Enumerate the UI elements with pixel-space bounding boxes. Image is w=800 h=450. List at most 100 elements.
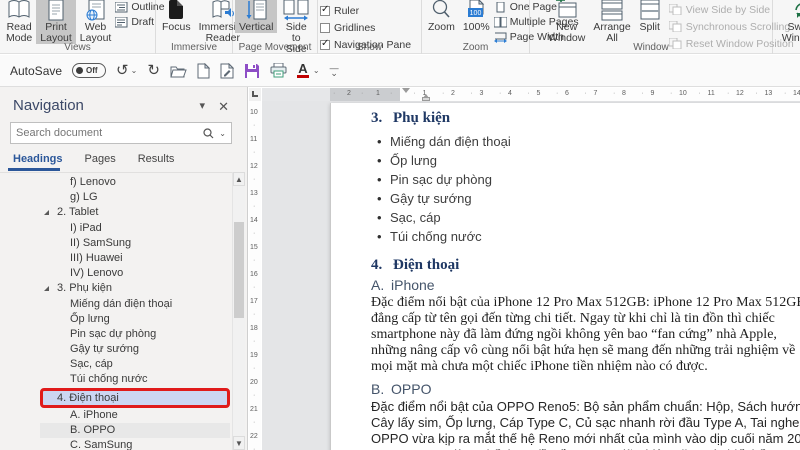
focus-button[interactable]: Focus <box>158 0 195 33</box>
scroll-up-icon[interactable]: ▲ <box>233 172 245 186</box>
nav-heading-label: III) Huawei <box>70 251 123 264</box>
bullet-text: Miếng dán điện thoại <box>390 134 511 149</box>
ruler-number: 22 <box>250 433 258 440</box>
arrange-all-button[interactable]: Arrange All <box>589 0 634 44</box>
nav-scrollbar[interactable]: ▲ ▼ <box>232 172 245 450</box>
arrange-all-icon <box>600 0 624 22</box>
ribbon-group-zoom: Zoom 100 100% One Page Multiple Pages Pa… <box>422 0 579 54</box>
zoom-100-button[interactable]: 100 100% <box>459 0 494 33</box>
nav-heading-item[interactable]: g) LG <box>40 190 230 205</box>
nav-heading-item[interactable]: A. iPhone <box>40 408 230 423</box>
tab-results[interactable]: Results <box>138 153 175 165</box>
undo-button[interactable]: ↺ ⌄ <box>116 62 138 79</box>
customize-toolbar-button[interactable]: — ⌄ <box>330 63 339 77</box>
heading-phu-kien: 3. Phụ kiện <box>371 109 800 127</box>
nav-heading-item[interactable]: Sạc, cáp <box>40 357 230 372</box>
scroll-down-icon[interactable]: ▼ <box>233 436 245 450</box>
nav-heading-label: Gậy tự sướng <box>70 343 140 356</box>
nav-heading-label: B. OPPO <box>70 423 116 436</box>
search-dropdown-icon[interactable]: ⌄ <box>219 129 226 138</box>
oppo-paragraph: Đặc điểm nổi bật của OPPO Reno5: Bộ sản … <box>371 399 800 450</box>
outline-icon <box>115 1 128 13</box>
nav-heading-label: 2. Tablet <box>57 206 99 219</box>
active-tab-underline <box>8 168 60 171</box>
checkbox-icon[interactable] <box>320 4 330 16</box>
nav-heading-item[interactable]: Pin sạc dự phòng <box>40 327 230 342</box>
search-icon[interactable] <box>203 127 214 139</box>
vertical-button[interactable]: Vertical <box>235 0 278 33</box>
font-color-button[interactable]: A <box>296 60 309 78</box>
nav-heading-item[interactable]: III) Huawei <box>40 251 230 266</box>
vertical-ruler[interactable]: 10 · 11 · 12 · 13 · 14 · 15 · 16 · 17 · 18 · 19 · 20 · 21 · 22 · <box>249 101 261 450</box>
document-page[interactable]: 3. Phụ kiện • Miếng dán điện thoại • Ốp lưng… <box>330 103 800 450</box>
save-button[interactable] <box>244 63 260 79</box>
nav-heading-item[interactable]: II) SamSung <box>40 236 230 251</box>
h-ruler-margin: 2 1 · · · <box>330 88 400 101</box>
print-layout-button[interactable]: Print Layout <box>36 0 76 44</box>
nav-heading-label: Miếng dán điện thoại <box>70 297 173 310</box>
font-color-letter: A <box>298 60 308 76</box>
scrollbar-thumb[interactable] <box>234 222 244 318</box>
autosave-toggle[interactable]: Off <box>72 63 107 78</box>
nav-heading-item[interactable]: f) Lenovo <box>40 175 230 190</box>
zoom-button[interactable]: Zoom <box>424 0 459 33</box>
new-window-button[interactable]: New Window <box>544 0 589 44</box>
nav-heading-item[interactable]: Gậy tự sướng <box>40 342 230 357</box>
ruler-tick: · <box>556 90 559 97</box>
checkbox-label: Gridlines <box>334 21 376 34</box>
navigation-pane: Navigation ▾ ✕ Search document ⌄ Heading… <box>0 87 248 450</box>
nav-heading-item[interactable]: C. SamSung <box>40 438 230 450</box>
font-color-dropdown-icon[interactable]: ⌄ <box>313 66 320 75</box>
tab-selector[interactable] <box>249 88 261 101</box>
tab-pages[interactable]: Pages <box>85 153 116 165</box>
horizontal-ruler[interactable]: 2 1 · · · 1 · 2 · 3 · 4 · 5 · 6 · 7 · 8 · 9 · 10 · 11 · 12 · 13 · 14 · <box>262 88 800 101</box>
nav-heading-item[interactable]: IV) Lenovo <box>40 266 230 281</box>
nav-heading-item[interactable]: 2. Tablet <box>40 205 230 220</box>
nav-heading-label: C. SamSung <box>70 439 133 450</box>
redo-button[interactable]: ↻ <box>147 62 160 79</box>
close-icon[interactable]: ✕ <box>218 99 229 115</box>
ruler-tick: · <box>253 230 256 237</box>
read-mode-button[interactable]: Read Mode <box>2 0 36 44</box>
pane-options-chevron-icon[interactable]: ▾ <box>199 99 205 112</box>
nav-heading-item[interactable]: 4. Điện thoại <box>43 391 227 405</box>
ruler-tick: · <box>670 90 673 97</box>
nav-heading-item[interactable]: Túi chống nước <box>40 372 230 387</box>
ribbon-group-window: New Window Arrange All Split View Side b… <box>530 0 794 54</box>
new-document-button[interactable] <box>197 62 210 79</box>
ruler-tick: · <box>253 365 256 372</box>
zoom-group-label: Zoom <box>462 42 489 53</box>
nav-heading-label: I) iPad <box>70 221 102 234</box>
h-ruler-text: 1 · 2 · 3 · 4 · 5 · 6 · 7 · 8 · 9 · 10 · 11 · 12 · 13 · 14 · <box>400 88 800 101</box>
ruler-number: 6 <box>565 90 569 97</box>
open-button[interactable] <box>170 64 187 78</box>
ruler-number: 13 <box>250 190 258 197</box>
split-button[interactable]: Split <box>635 0 665 33</box>
nav-heading-item[interactable]: 3. Phụ kiện <box>40 281 230 296</box>
search-input[interactable]: Search document ⌄ <box>10 122 232 144</box>
switch-windows-button[interactable]: Switch Windows <box>775 0 800 44</box>
nav-heading-item[interactable]: Ốp lưng <box>40 312 230 327</box>
print-preview-button[interactable] <box>220 62 234 79</box>
checkbox-icon[interactable] <box>320 22 330 33</box>
print-button[interactable] <box>270 63 287 78</box>
show-option-ruler[interactable]: Ruler <box>320 4 411 17</box>
expand-triangle-icon[interactable] <box>44 210 49 216</box>
open-folder-icon <box>170 66 187 77</box>
first-line-indent-marker[interactable] <box>402 88 410 93</box>
web-layout-button[interactable]: Web Layout <box>76 0 116 44</box>
bullet-icon: • <box>377 153 382 168</box>
ruler-tick: · <box>390 90 393 97</box>
nav-heading-item[interactable]: Miếng dán điện thoại <box>40 297 230 312</box>
doc-bullet-list: • Miếng dán điện thoại • Ốp lưng • Pin sạc dự… <box>371 132 800 246</box>
save-icon <box>244 63 259 78</box>
heading-number: 4. <box>371 257 383 273</box>
nav-heading-item[interactable]: I) iPad <box>40 221 230 236</box>
expand-triangle-icon[interactable] <box>44 286 49 292</box>
tab-headings[interactable]: Headings <box>13 153 63 165</box>
undo-dropdown-icon[interactable]: ⌄ <box>131 63 138 79</box>
nav-heading-label: g) LG <box>70 191 98 204</box>
show-option-gridlines[interactable]: Gridlines <box>320 21 411 34</box>
nav-heading-item[interactable]: B. OPPO <box>40 422 230 438</box>
ruler-number: 2 <box>347 90 351 97</box>
